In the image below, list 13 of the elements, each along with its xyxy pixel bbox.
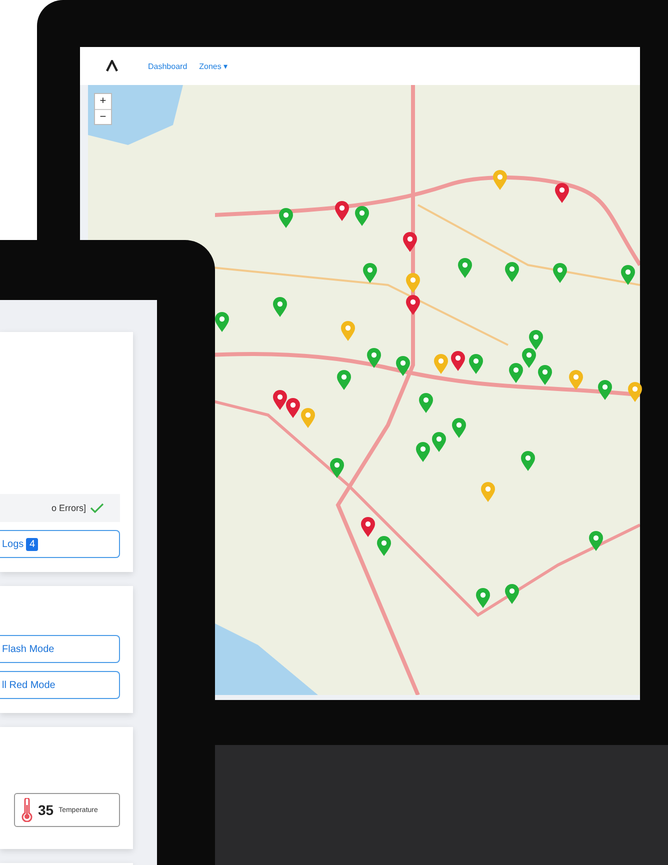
thermometer-icon (21, 798, 33, 822)
check-icon (90, 503, 104, 514)
map-pin-icon[interactable] (214, 311, 230, 333)
count-badge: 4 (26, 538, 38, 551)
mode-button[interactable]: ll Red Mode (0, 671, 120, 700)
logs-button[interactable]: Logs 4 (0, 530, 120, 558)
logo-icon (106, 60, 118, 72)
map-pin-icon[interactable] (627, 381, 643, 403)
nav-link[interactable]: Zones ▾ (199, 62, 228, 70)
status-text: o Errors] (51, 503, 86, 514)
nav-link[interactable]: Dashboard (148, 62, 188, 70)
mode-button[interactable]: Flash Mode (0, 635, 120, 664)
temperature-value: 35 (38, 802, 54, 818)
